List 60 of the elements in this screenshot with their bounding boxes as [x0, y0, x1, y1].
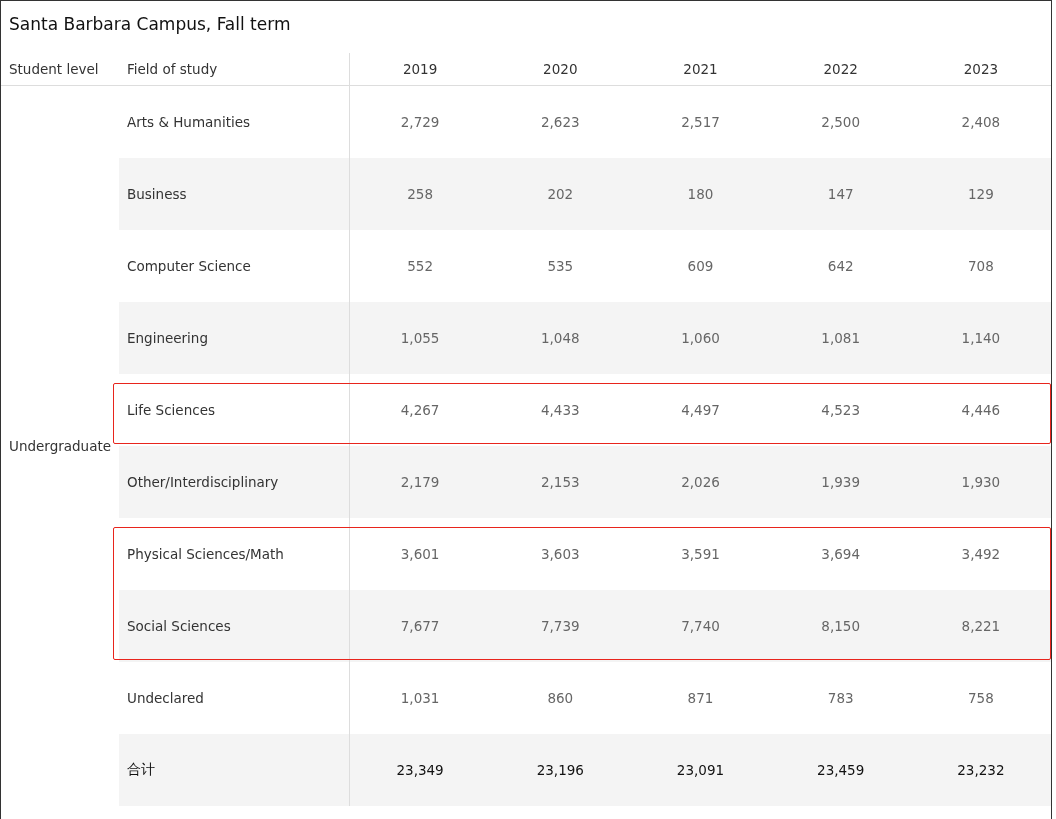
table-cell-text: 1,048 [539, 329, 581, 348]
table-cell-text: 2,026 [680, 473, 721, 492]
column-header: 2020 [542, 61, 579, 77]
table-cell-text: 1,031 [399, 689, 441, 708]
column-header: 2023 [962, 61, 1000, 77]
table-cell-text: 1,060 [680, 329, 721, 348]
table-cell-text: 4,433 [539, 401, 581, 420]
table-cell-text: 2,623 [539, 113, 581, 132]
table-cell-text: 3,694 [820, 545, 861, 564]
table-cell-text: 23,196 [535, 761, 585, 780]
table-cell-text: 642 [826, 257, 855, 276]
column-header: Field of study [119, 53, 350, 85]
table-cell-text: 202 [546, 185, 575, 204]
table-cell-text: 758 [967, 689, 995, 708]
table-cell-text: 860 [546, 689, 575, 708]
table-cell-text: 1,081 [820, 329, 861, 348]
table-cell-text: 871 [686, 689, 715, 708]
table-cell-text: 7,677 [399, 617, 441, 636]
table-cell-text: 4,267 [399, 401, 441, 420]
table-cell-text: 3,603 [539, 545, 581, 564]
table-cell-text: 783 [826, 689, 855, 708]
column-header: 2022 [822, 61, 859, 77]
table-cell-text: 23,459 [816, 761, 866, 780]
table-cell-text: 8,150 [820, 617, 861, 636]
table-cell-text: 708 [967, 257, 995, 276]
table-cell-text: 147 [826, 185, 855, 204]
table-cell-text: 3,601 [399, 545, 441, 564]
table-cell-text: 23,232 [956, 761, 1006, 780]
table-cell-text: 609 [686, 257, 715, 276]
table-cell-text: 552 [406, 257, 434, 276]
table-cell-text: 2,153 [539, 473, 581, 492]
table-cell-text: 3,492 [960, 545, 1002, 564]
table-cell-text: 2,408 [960, 113, 1002, 132]
table-cell-text: 2,517 [680, 113, 721, 132]
table-cell-text: 1,140 [960, 329, 1002, 348]
table-cell-text: 2,179 [399, 473, 441, 492]
table-cell-text: 4,523 [820, 401, 861, 420]
column-header: 2019 [401, 61, 439, 77]
table-cell-text: 129 [967, 185, 995, 204]
table-cell-text: 1,939 [820, 473, 861, 492]
table-cell-text: 23,091 [675, 761, 726, 780]
table-cell-text: 7,739 [539, 617, 581, 636]
table-cell-text: 4,497 [680, 401, 721, 420]
table-cell-text: 7,740 [680, 617, 721, 636]
table-cell-text: 2,729 [399, 113, 441, 132]
table-cell: 合计 [119, 734, 350, 806]
table-cell-text: 23,349 [395, 761, 445, 780]
column-header: 2021 [682, 61, 719, 77]
table-cell-text: 180 [686, 185, 715, 204]
table-cell-text: 4,446 [960, 401, 1002, 420]
table-cell-text: 1,930 [960, 473, 1002, 492]
table-cell-text: 1,055 [399, 329, 441, 348]
column-header: Student level [8, 61, 100, 77]
table-cell-text: 3,591 [680, 545, 721, 564]
table-cell-text: 535 [546, 257, 575, 276]
row-group-label: Undergraduate [8, 437, 112, 456]
table-cell-text: 8,221 [960, 617, 1002, 636]
table-cell-text: 258 [406, 185, 434, 204]
table-cell-text: 2,500 [820, 113, 861, 132]
table-title: Santa Barbara Campus, Fall term [8, 13, 292, 36]
